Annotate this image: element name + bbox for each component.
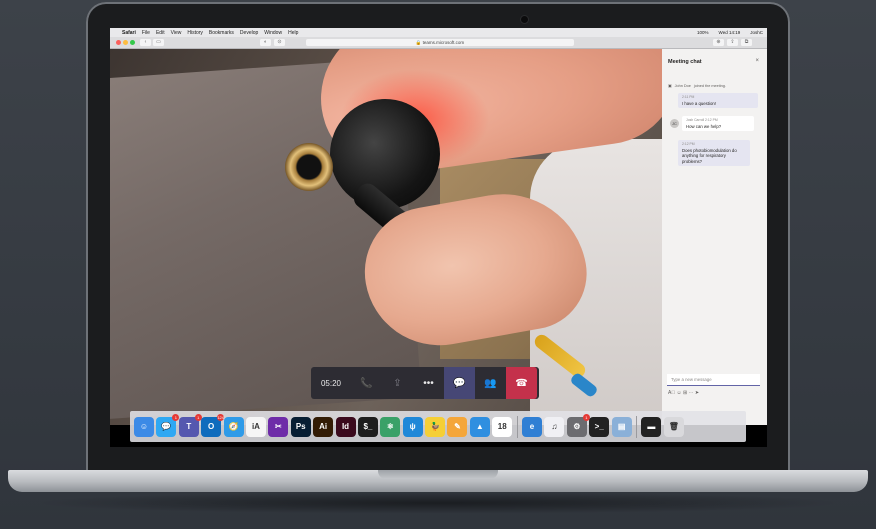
more-actions-button[interactable]: ••• [413,367,444,399]
message-text: How can we help? [686,123,722,129]
chat-toggle-icon[interactable]: 💬 [444,367,475,399]
message-text: I have a question! [682,100,716,106]
dock-icon-screen[interactable]: ▬ [641,416,662,437]
shield-icon[interactable]: ◐ [260,39,271,46]
minimize-window-button[interactable] [123,40,128,45]
system-message-name: John Doe [674,83,691,88]
person-icon: ▣ [668,84,672,88]
laptop-shadow [30,492,846,514]
call-controls: 05:20 📞 ⇪ ••• 💬 👥 ☎ [311,367,539,399]
dock-icon-edge[interactable]: e [522,416,543,437]
browser-toolbar: ‹ ▭ ◐ ⊙ 🔒 teams.microsoft.com ⊕ ⇪ ⧉ [110,37,767,49]
macos-dock: ☺ 💬 1 T 1 O 124 🧭 iA ✂ Ps Ai Id $_ ⚛ ψ 🦆 ✎ ▲ 18 e ♫ ⚙ 1 >_ ▤ ▬ 🗑 [130,411,746,442]
system-message-text: joined the meeting. [693,83,726,88]
battery-status[interactable]: 100% [697,30,709,35]
menu-bookmarks[interactable]: Bookmarks [209,30,234,36]
tabs-icon[interactable]: ⧉ [741,39,752,46]
message-text: Does photobiomodulation do anything for … [682,147,737,164]
sidebar-button[interactable]: ▭ [153,39,164,46]
macos-menubar: Safari File Edit View History Bookmarks … [110,28,767,37]
dock-icon-keynote[interactable]: ▲ [469,416,490,437]
menu-view[interactable]: View [171,30,182,36]
meeting-chat-panel: Meeting chat × ▣ John Doe joined the mee… [662,49,767,425]
dock-icon-finder[interactable]: ☺ [134,416,154,437]
chat-title: Meeting chat [668,59,702,65]
menu-edit[interactable]: Edit [156,30,165,36]
dock-icon-trash[interactable]: 🗑 [663,416,684,437]
dock-separator [516,415,518,438]
dock-icon-outlook[interactable]: O 124 [201,413,225,437]
dock-icon-safari[interactable]: 🧭 [223,416,244,437]
dock-icon-teams[interactable]: T1 [178,413,202,437]
dock-icon-itunes[interactable]: ♫ [544,416,565,437]
user-menu[interactable]: JoshC [750,30,763,35]
avatar[interactable]: JC [670,119,679,128]
camera-icon [521,16,528,23]
share-icon[interactable]: ⇪ [727,39,738,46]
chat-message[interactable]: Josh Carroll 2:12 PM How can we help? [682,116,754,131]
chat-message[interactable]: 2:12 PM Does photobiomodulation do anyth… [678,140,750,166]
laptop-notch [378,470,498,479]
video-laser-device [330,99,440,209]
hang-up-button[interactable]: ☎ [506,367,537,399]
dock-icon-messages[interactable]: 💬 1 [156,413,180,437]
dock-icon-photoshop[interactable]: Ps [290,416,311,437]
menu-help[interactable]: Help [288,30,298,36]
dock-icon-atom[interactable]: ⚛ [380,416,401,437]
call-icon[interactable]: 📞 [351,367,382,399]
back-button[interactable]: ‹ [140,39,151,46]
dock-icon-indesign[interactable]: Id [335,416,356,437]
video-device-lens [285,143,333,191]
zoom-window-button[interactable] [130,40,135,45]
close-icon[interactable]: × [755,58,759,64]
chat-message[interactable]: 2:11 PM I have a question! [678,93,758,108]
menu-window[interactable]: Window [264,30,282,36]
video-feed: 05:20 📞 ⇪ ••• 💬 👥 ☎ [110,49,662,425]
address-bar[interactable]: 🔒 teams.microsoft.com [306,39,574,46]
system-message: ▣ John Doe joined the meeting. [668,83,726,89]
participants-icon[interactable]: 👥 [475,367,506,399]
compose-toolbar[interactable]: A⃝ ☺ ⊞ ⋯ ➤ [668,390,761,396]
dock-icon-fork[interactable]: ψ [402,416,423,437]
dock-icon-system-preferences[interactable]: ⚙ 1 [566,413,590,437]
dock-icon-ia-writer[interactable]: iA [245,416,266,437]
dock-icon-cyberduck[interactable]: 🦆 [425,416,446,437]
call-timer: 05:20 [320,378,342,388]
screen: Safari File Edit View History Bookmarks … [110,28,767,447]
menu-develop[interactable]: Develop [240,30,258,36]
dock-icon-final-cut-pro[interactable]: ✂ [268,416,289,437]
clock[interactable]: Wed 14:19 [719,30,741,35]
dock-icon-pages[interactable]: ✎ [447,416,468,437]
dock-icon-illustrator[interactable]: Ai [313,416,334,437]
share-screen-icon[interactable]: ⇪ [382,367,413,399]
dock-separator [635,415,637,438]
close-window-button[interactable] [116,40,121,45]
menu-app-safari[interactable]: Safari [122,30,136,36]
dock-icon-terminal[interactable]: $_ [357,416,378,437]
download-icon[interactable]: ⊕ [713,39,724,46]
menu-history[interactable]: History [187,30,203,36]
dock-icon-terminal-2[interactable]: >_ [589,416,610,437]
menu-file[interactable]: File [142,30,150,36]
dock-icon-calendar[interactable]: 18 [492,416,513,437]
dock-icon-preview[interactable]: ▤ [611,416,632,437]
compose-input[interactable]: Type a new message [667,374,760,386]
extension-icon[interactable]: ⊙ [274,39,285,46]
menubar-status: 100% Wed 14:19 JoshC [691,28,763,37]
